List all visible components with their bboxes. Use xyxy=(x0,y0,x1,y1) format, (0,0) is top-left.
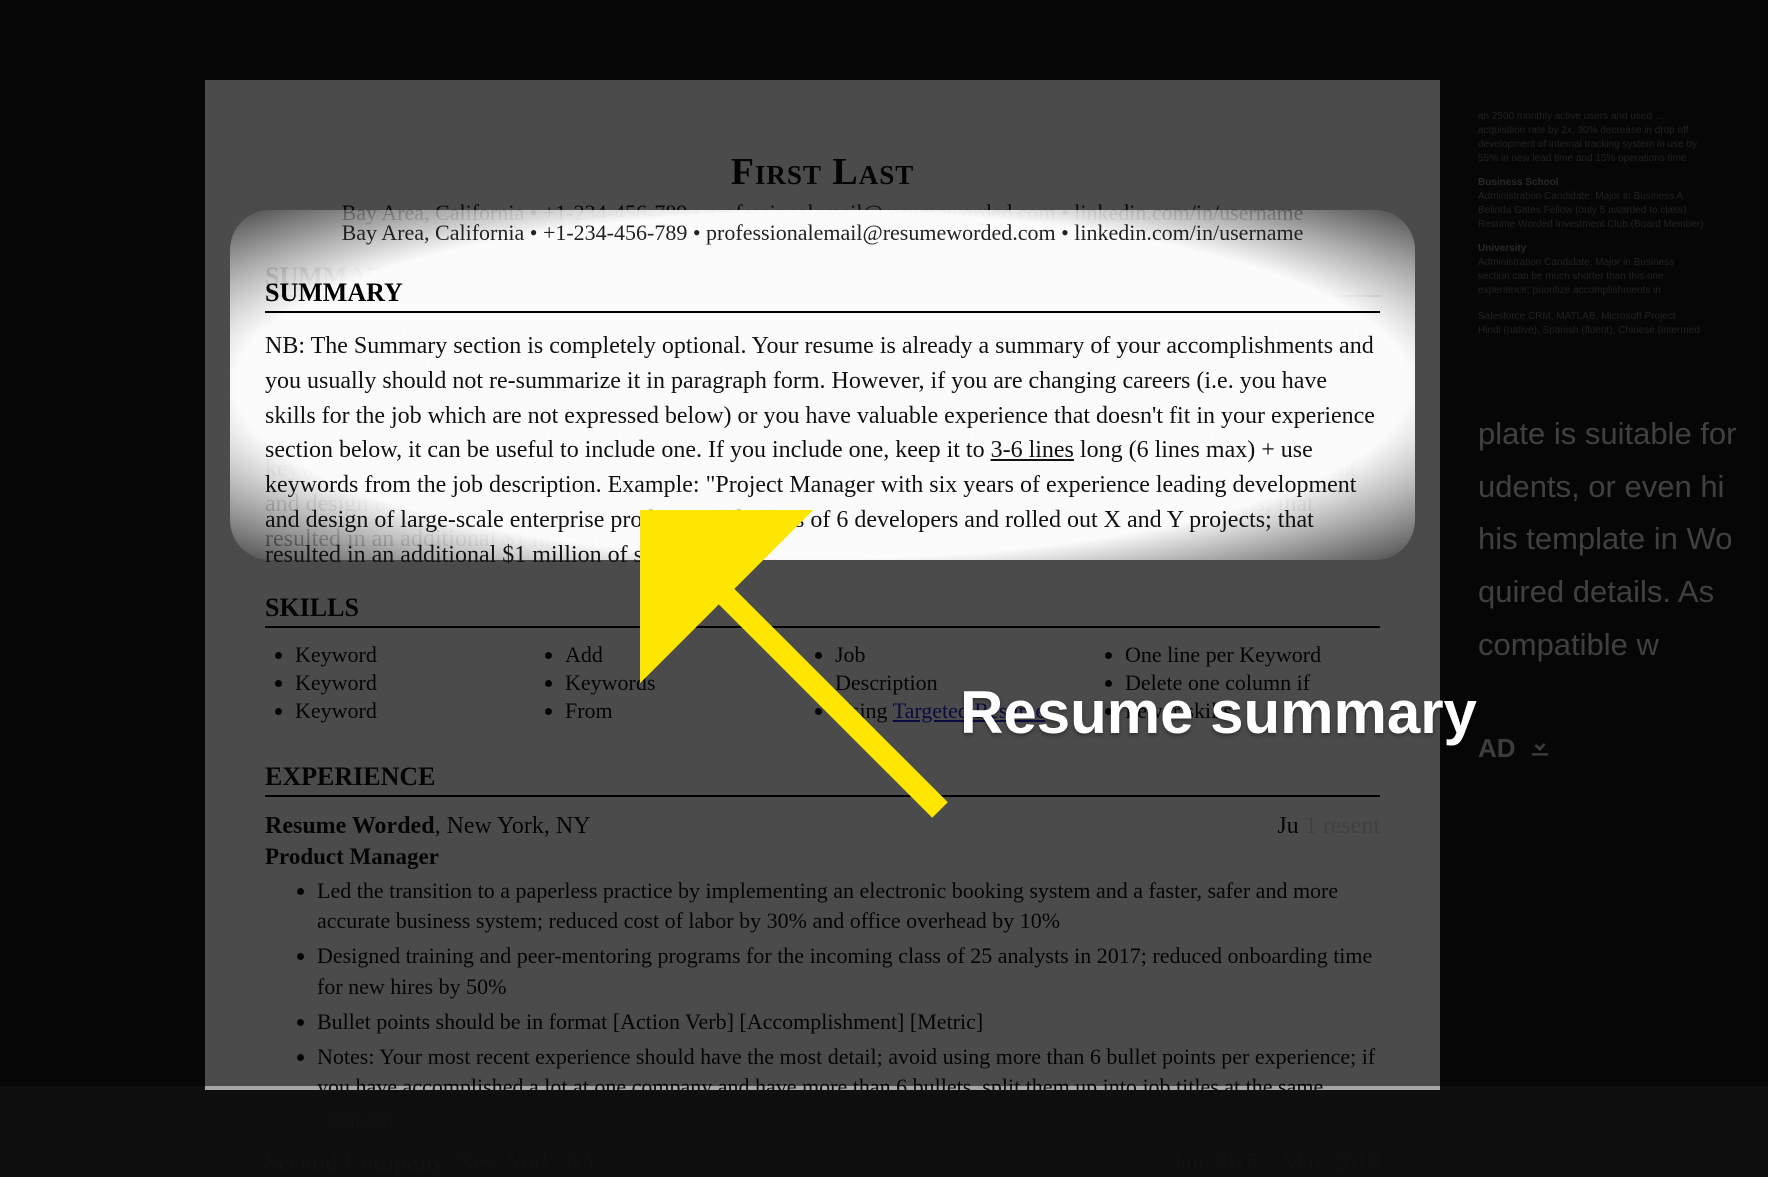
job-entry: Second Company, New York, NY Jan 2015 – … xyxy=(265,1150,1380,1177)
annotation-label: Resume summary xyxy=(960,678,1477,747)
job-dates: Jan 2015 – May 2018 xyxy=(1172,1150,1380,1177)
job-company: Second Company xyxy=(265,1150,444,1176)
job-location: New York, NY xyxy=(456,1150,600,1176)
modal-backdrop xyxy=(0,0,1768,1086)
